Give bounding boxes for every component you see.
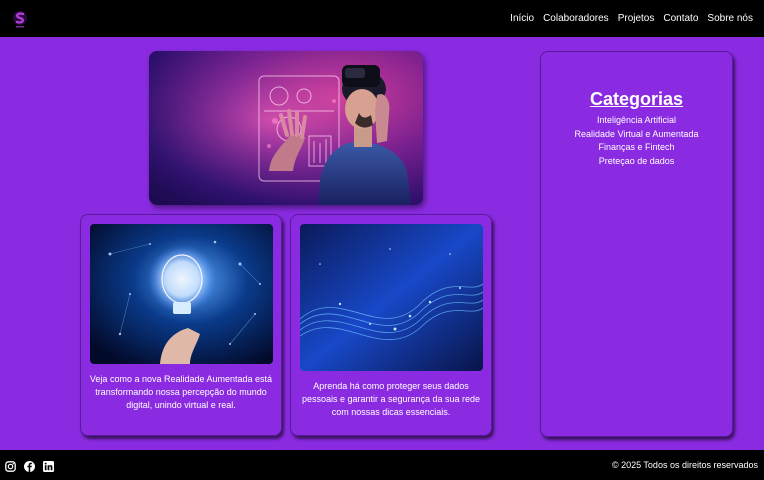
nav-inicio[interactable]: Início: [510, 13, 534, 24]
footer: © 2025 Todos os direitos reservados: [0, 450, 764, 480]
top-navbar: Início Colaboradores Projetos Contato So…: [0, 0, 764, 37]
copyright-text: © 2025 Todos os direitos reservados: [611, 460, 758, 470]
card-data-protection[interactable]: Aprenda há como proteger seus dados pess…: [290, 214, 492, 436]
card-augmented-reality[interactable]: Veja como a nova Realidade Aumentada est…: [80, 214, 282, 436]
linkedin-icon[interactable]: [43, 459, 54, 472]
card-description: Veja como a nova Realidade Aumentada est…: [89, 374, 273, 410]
instagram-icon[interactable]: [5, 459, 16, 472]
blue-data-wave-image: [300, 224, 483, 371]
categories-list: Inteligência Artificial Realidade Virtua…: [541, 114, 732, 168]
category-item[interactable]: Realidade Virtual e Aumentada: [541, 128, 732, 142]
social-links: [5, 459, 54, 472]
nav-projetos[interactable]: Projetos: [618, 13, 655, 24]
category-item[interactable]: Inteligência Artificial: [541, 114, 732, 128]
nav-colaboradores[interactable]: Colaboradores: [543, 13, 609, 24]
categories-title[interactable]: Categorias: [541, 89, 732, 110]
lightbulb-network-image: [90, 224, 273, 364]
facebook-icon[interactable]: [24, 459, 35, 472]
category-item[interactable]: Preteçao de dados: [541, 155, 732, 169]
main-nav: Início Colaboradores Projetos Contato So…: [510, 0, 753, 37]
categories-sidebar: Categorias Inteligência Artificial Reali…: [540, 51, 733, 437]
brand-logo-icon[interactable]: [11, 9, 29, 29]
category-item[interactable]: Finanças e Fintech: [541, 141, 732, 155]
hero-vr-image: [149, 51, 423, 205]
nav-sobre-nos[interactable]: Sobre nós: [707, 13, 753, 24]
nav-contato[interactable]: Contato: [663, 13, 698, 24]
card-description: Aprenda há como proteger seus dados pess…: [301, 381, 481, 417]
